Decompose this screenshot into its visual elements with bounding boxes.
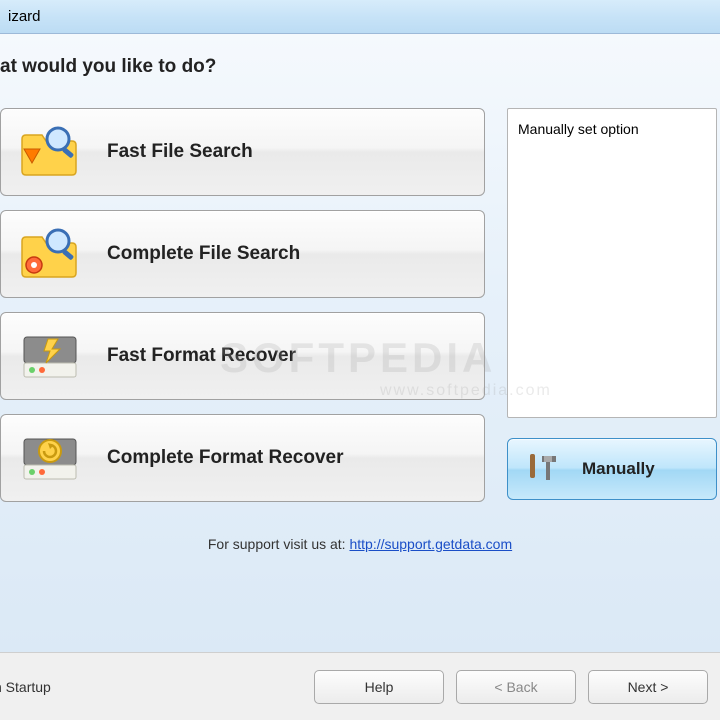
startup-checkbox-label[interactable]: n Startup [0,679,51,695]
option-label: Complete Format Recover [107,447,344,469]
body-area: at would you like to do? Fast File Searc… [0,34,720,652]
titlebar: izard [0,0,720,34]
help-button[interactable]: Help [314,670,444,704]
support-prefix: For support visit us at: [208,536,350,552]
folder-search-full-icon [11,222,91,286]
drive-recover-icon [11,426,91,490]
complete-format-recover-button[interactable]: Complete Format Recover [0,414,485,502]
footer-bar: n Startup Help < Back Next > [0,652,720,720]
fast-format-recover-button[interactable]: Fast Format Recover [0,312,485,400]
window-title: izard [8,8,41,25]
wizard-question: at would you like to do? [0,56,720,78]
drive-lightning-icon [11,324,91,388]
options-column: Fast File Search Complete File Search [0,108,485,516]
info-text: Manually set option [518,121,639,137]
complete-file-search-button[interactable]: Complete File Search [0,210,485,298]
manually-set-button[interactable]: Manually [507,438,717,500]
info-panel: Manually set option [507,108,717,418]
tools-icon [520,449,566,489]
wizard-window: izard at would you like to do? Fast File… [0,0,720,720]
info-column: Manually set option Manually [507,108,717,516]
back-button[interactable]: < Back [456,670,576,704]
columns: Fast File Search Complete File Search [0,108,720,516]
option-label: Fast File Search [107,141,253,163]
folder-search-icon [11,120,91,184]
support-link[interactable]: http://support.getdata.com [349,536,512,552]
support-line: For support visit us at: http://support.… [0,536,720,552]
next-button[interactable]: Next > [588,670,708,704]
option-label: Complete File Search [107,243,300,265]
option-label: Fast Format Recover [107,345,296,367]
manual-label: Manually [582,459,655,479]
fast-file-search-button[interactable]: Fast File Search [0,108,485,196]
